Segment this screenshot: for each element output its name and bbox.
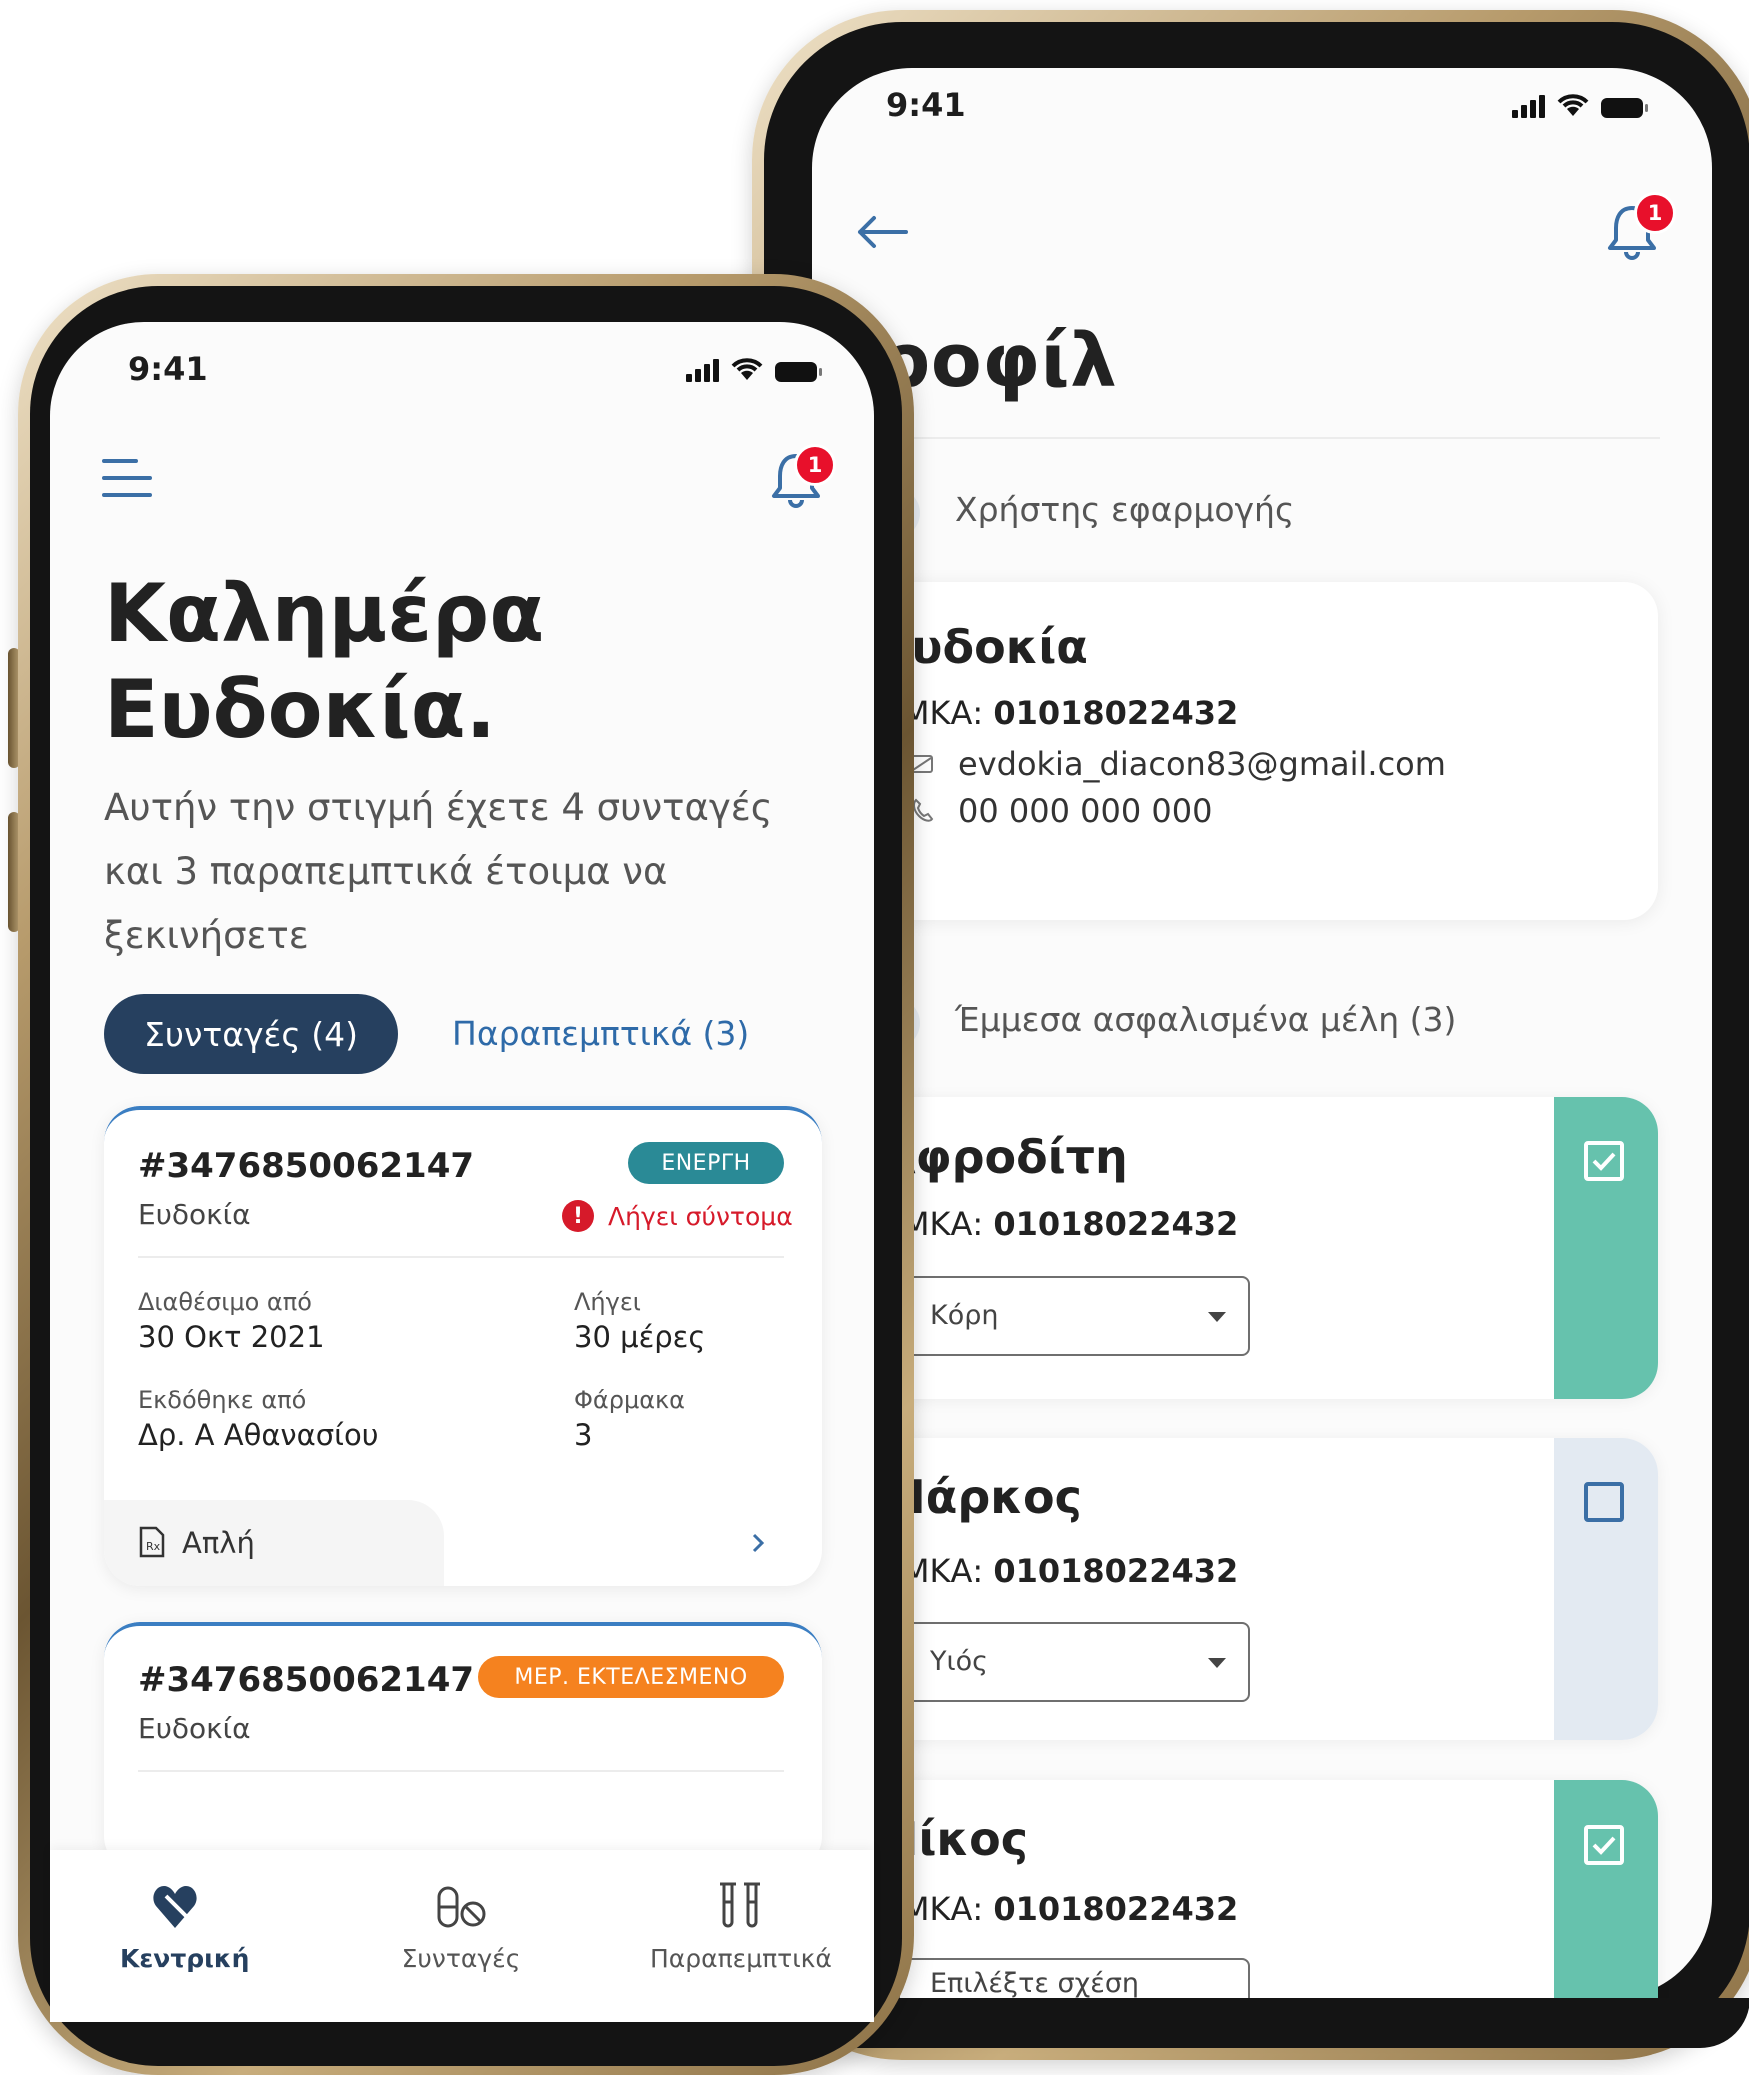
status-time: 9:41 [128, 350, 208, 388]
subtitle-line-2: και 3 παραπεμπτικά έτοιμα να [104, 850, 668, 893]
prescription-type: Απλή [182, 1526, 255, 1560]
status-badge: ΜΕΡ. ΕΚΤΕΛΕΣΜΕΝΟ [478, 1656, 784, 1698]
subtitle-line-3: ξεκινήσετε [104, 914, 309, 957]
relation-value: Επιλέξτε σχέση [930, 1968, 1140, 1998]
member-amka: ΑΜΚΑ: 01018022432 [880, 1552, 1238, 1590]
member-checkbox[interactable] [1584, 1482, 1624, 1522]
expires-value: 30 μέρες [574, 1320, 706, 1354]
members-section-label: Έμμεσα ασφαλισμένα μέλη (3) [955, 1000, 1457, 1039]
tab-prescriptions[interactable]: Συνταγές (4) [104, 994, 398, 1074]
user-phone[interactable]: 00 000 000 000 [958, 792, 1212, 830]
nav-label-prescriptions: Συνταγές [401, 1944, 521, 1973]
card-divider [138, 1770, 784, 1772]
issued-by-label: Εκδόθηκε από [138, 1386, 307, 1414]
user-amka-value: 01018022432 [993, 694, 1239, 732]
member-amka-value: 01018022432 [993, 1890, 1239, 1928]
rx-document-icon: Rx [139, 1526, 165, 1558]
tab-referrals[interactable]: Παραπεμπτικά (3) [452, 1014, 749, 1053]
battery-icon [1601, 98, 1648, 118]
back-arrow-icon[interactable] [854, 212, 910, 252]
relation-dropdown[interactable]: Υιός [898, 1622, 1250, 1702]
back-phone-bezel-bottom [764, 1998, 1749, 2048]
nav-item-home[interactable]: Κεντρική [120, 1880, 250, 1973]
member-name: Αφροδίτη [880, 1130, 1128, 1184]
drugs-label: Φάρμακα [574, 1386, 685, 1414]
notification-badge: 1 [1634, 192, 1676, 234]
member-checkbox[interactable] [1584, 1141, 1624, 1181]
member-amka: ΑΜΚΑ: 01018022432 [880, 1890, 1238, 1928]
prescription-id: #3476850062147 [138, 1660, 475, 1700]
available-from-value: 30 Οκτ 2021 [138, 1320, 325, 1354]
expires-label: Λήγει [574, 1288, 641, 1316]
chevron-down-icon [1208, 1658, 1226, 1668]
heart-home-icon [153, 1886, 197, 1928]
status-time: 9:41 [886, 86, 966, 124]
relation-dropdown[interactable]: Επιλέξτε σχέση [898, 1958, 1250, 1998]
battery-icon [775, 362, 822, 382]
status-icons [686, 356, 822, 382]
signal-icon [1512, 95, 1545, 118]
wifi-icon [731, 358, 763, 380]
svg-text:Rx: Rx [146, 1540, 161, 1553]
status-icons [1512, 92, 1648, 118]
status-badge: ΕΝΕΡΓΗ [628, 1142, 784, 1184]
menu-icon[interactable] [102, 458, 154, 498]
subtitle-line-1: Αυτήν την στιγμή έχετε 4 συνταγές [104, 786, 773, 829]
nav-label-home: Κεντρική [120, 1944, 250, 1973]
pills-icon [437, 1886, 486, 1928]
relation-value: Υιός [930, 1646, 988, 1677]
prescription-patient: Ευδοκία [138, 1712, 251, 1745]
chevron-down-icon [1208, 1312, 1226, 1322]
member-checkbox[interactable] [1584, 1825, 1624, 1865]
user-section-label: Χρήστης εφαρμογής [955, 490, 1295, 529]
signal-icon [686, 359, 719, 382]
issued-by-value: Δρ. Α Αθανασίου [138, 1418, 379, 1452]
greeting-line-1: Καλημέρα [104, 567, 545, 660]
user-email[interactable]: evdokia_diacon83@gmail.com [958, 745, 1446, 783]
card-divider [138, 1256, 784, 1258]
member-amka: ΑΜΚΑ: 01018022432 [880, 1205, 1238, 1243]
available-from-label: Διαθέσιμο από [138, 1288, 312, 1316]
user-amka: ΑΜΚΑ: 01018022432 [880, 694, 1238, 732]
title-divider [890, 437, 1660, 439]
member-amka-value: 01018022432 [993, 1205, 1239, 1243]
prescription-id: #3476850062147 [138, 1146, 475, 1186]
test-tubes-icon [720, 1882, 760, 1928]
chevron-right-icon[interactable] [750, 1532, 766, 1554]
nav-item-prescriptions[interactable]: Συνταγές [396, 1880, 526, 1973]
nav-label-referrals: Παραπεμπτικά [650, 1944, 832, 1973]
expiry-warning: Λήγει σύντομα [608, 1202, 793, 1231]
drugs-value: 3 [574, 1418, 593, 1452]
member-amka-value: 01018022432 [993, 1552, 1239, 1590]
relation-dropdown[interactable]: Κόρη [898, 1276, 1250, 1356]
nav-item-referrals[interactable]: Παραπεμπτικά [650, 1880, 832, 1973]
wifi-icon [1557, 94, 1589, 116]
alert-icon: ! [562, 1200, 594, 1232]
notification-badge: 1 [794, 444, 836, 486]
greeting-line-2: Ευδοκία. [104, 663, 496, 756]
prescription-patient: Ευδοκία [138, 1198, 251, 1231]
relation-value: Κόρη [930, 1300, 999, 1331]
